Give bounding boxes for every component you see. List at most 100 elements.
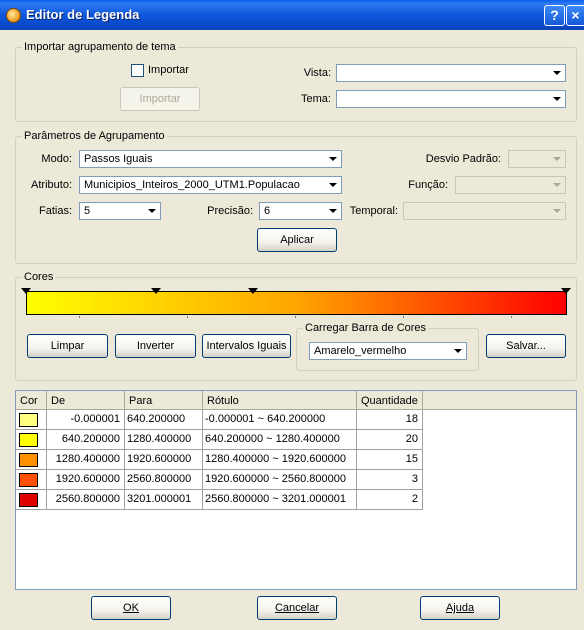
chevron-down-icon[interactable] — [550, 204, 564, 218]
chevron-down-icon[interactable] — [550, 92, 564, 106]
fatias-combo[interactable]: 5 — [79, 202, 161, 220]
cancelar-button[interactable]: Cancelar — [257, 596, 337, 620]
chevron-down-icon[interactable] — [326, 204, 340, 218]
color-stop-marker[interactable] — [248, 288, 258, 294]
table-cell-quantidade[interactable]: 3 — [357, 470, 423, 490]
table-cell-quantidade[interactable]: 20 — [357, 430, 423, 450]
table-cell-quantidade[interactable]: 15 — [357, 450, 423, 470]
table-cell-para[interactable]: 1920.600000 — [125, 450, 203, 470]
cell-quantidade-value: 20 — [405, 433, 418, 445]
close-button[interactable]: × — [566, 5, 584, 26]
modo-value: Passos Iguais — [84, 153, 153, 165]
table-row-color-cell[interactable] — [16, 430, 47, 450]
chevron-down-icon[interactable] — [326, 152, 340, 166]
table-cell-rotulo[interactable]: 1280.400000 ~ 1920.600000 — [203, 450, 357, 470]
header-filler — [423, 391, 576, 410]
chevron-down-icon[interactable] — [145, 204, 159, 218]
limpar-button[interactable]: Limpar — [27, 334, 108, 358]
color-stop-marker[interactable] — [21, 288, 31, 294]
chevron-down-icon[interactable] — [550, 66, 564, 80]
table-cell-rotulo[interactable]: 640.200000 ~ 1280.400000 — [203, 430, 357, 450]
atributo-combo[interactable]: Municipios_Inteiros_2000_UTM1.Populacao — [79, 176, 342, 194]
fatias-value: 5 — [84, 205, 91, 217]
table-cell-de[interactable]: 2560.800000 — [47, 490, 125, 510]
table-cell-de[interactable]: -0.000001 — [47, 410, 125, 430]
vista-combo[interactable] — [336, 64, 566, 82]
desvio-padrao-combo[interactable] — [508, 150, 566, 168]
table-cell-para[interactable]: 640.200000 — [125, 410, 203, 430]
chevron-down-icon[interactable] — [550, 152, 564, 166]
cell-de-value: 1920.600000 — [55, 473, 120, 485]
chevron-down-icon[interactable] — [550, 178, 564, 192]
importar-checkbox[interactable] — [131, 64, 144, 77]
import-group-title: Importar agrupamento de tema — [22, 41, 178, 53]
table-row-color-cell[interactable] — [16, 470, 47, 490]
import-group: Importar agrupamento de tema — [15, 41, 577, 122]
atributo-label: Atributo: — [31, 179, 72, 191]
cell-de-value: -0.000001 — [70, 413, 120, 425]
chevron-down-icon[interactable] — [451, 344, 465, 358]
funcao-combo[interactable] — [455, 176, 566, 194]
color-gradient-bar[interactable] — [26, 291, 567, 315]
table-cell-de[interactable]: 1920.600000 — [47, 470, 125, 490]
header-quantidade[interactable]: Quantidade — [357, 391, 423, 410]
color-swatch[interactable] — [19, 413, 38, 427]
table-cell-para[interactable]: 2560.800000 — [125, 470, 203, 490]
precisao-combo[interactable]: 6 — [259, 202, 342, 220]
aplicar-button[interactable]: Aplicar — [257, 228, 337, 252]
header-para-label: Para — [129, 395, 153, 407]
table-cell-rotulo[interactable]: 1920.600000 ~ 2560.800000 — [203, 470, 357, 490]
tema-combo[interactable] — [336, 90, 566, 108]
table-row-color-cell[interactable] — [16, 450, 47, 470]
cell-para-value: 3201.000001 — [127, 493, 192, 505]
cell-quantidade-value: 3 — [411, 473, 418, 485]
color-stop-marker[interactable] — [151, 288, 161, 294]
color-swatch[interactable] — [19, 453, 38, 467]
cell-para-value: 2560.800000 — [127, 473, 192, 485]
cell-para-value: 640.200000 — [127, 413, 186, 425]
table-cell-quantidade[interactable]: 2 — [357, 490, 423, 510]
modo-combo[interactable]: Passos Iguais — [79, 150, 342, 168]
cell-rotulo-value: 640.200000 ~ 1280.400000 — [205, 433, 340, 445]
precisao-label: Precisão: — [207, 205, 253, 217]
atributo-value: Municipios_Inteiros_2000_UTM1.Populacao — [84, 179, 300, 191]
color-stop-marker[interactable] — [561, 288, 571, 294]
ajuda-button[interactable]: Ajuda — [420, 596, 500, 620]
table-row-color-cell[interactable] — [16, 410, 47, 430]
intervalos-iguais-button[interactable]: Intervalos Iguais — [202, 334, 291, 358]
color-bar-ticks — [27, 316, 566, 318]
ajuda-button-label: Ajuda — [445, 602, 475, 614]
title-bar[interactable]: Editor de Legenda ? × — [0, 0, 584, 30]
table-cell-de[interactable]: 640.200000 — [47, 430, 125, 450]
cell-para-value: 1920.600000 — [127, 453, 192, 465]
params-group-title: Parâmetros de Agrupamento — [22, 130, 167, 142]
color-swatch[interactable] — [19, 433, 38, 447]
cell-rotulo-value: -0.000001 ~ 640.200000 — [205, 413, 326, 425]
help-button[interactable]: ? — [544, 5, 565, 26]
color-swatch[interactable] — [19, 473, 38, 487]
color-bar-combo[interactable]: Amarelo_vermelho — [309, 342, 467, 360]
inverter-button[interactable]: Inverter — [115, 334, 196, 358]
table-cell-quantidade[interactable]: 18 — [357, 410, 423, 430]
table-cell-para[interactable]: 1280.400000 — [125, 430, 203, 450]
salvar-button[interactable]: Salvar... — [486, 334, 566, 358]
cell-quantidade-value: 18 — [405, 413, 418, 425]
table-cell-de[interactable]: 1280.400000 — [47, 450, 125, 470]
legend-table[interactable]: Cor De Para Rótulo Quantidade -0.000001 … — [15, 390, 577, 590]
header-rotulo[interactable]: Rótulo — [203, 391, 357, 410]
importar-button[interactable]: Importar — [120, 87, 200, 111]
tick — [295, 316, 296, 318]
color-swatch[interactable] — [19, 493, 38, 507]
table-cell-rotulo[interactable]: 2560.800000 ~ 3201.000001 — [203, 490, 357, 510]
color-bar-value: Amarelo_vermelho — [314, 345, 407, 357]
ok-button[interactable]: OK — [91, 596, 171, 620]
header-cor[interactable]: Cor — [16, 391, 47, 410]
temporal-combo[interactable] — [403, 202, 566, 220]
chevron-down-icon[interactable] — [326, 178, 340, 192]
aplicar-button-label: Aplicar — [280, 234, 314, 246]
table-cell-para[interactable]: 3201.000001 — [125, 490, 203, 510]
table-cell-rotulo[interactable]: -0.000001 ~ 640.200000 — [203, 410, 357, 430]
header-para[interactable]: Para — [125, 391, 203, 410]
header-de[interactable]: De — [47, 391, 125, 410]
table-row-color-cell[interactable] — [16, 490, 47, 510]
